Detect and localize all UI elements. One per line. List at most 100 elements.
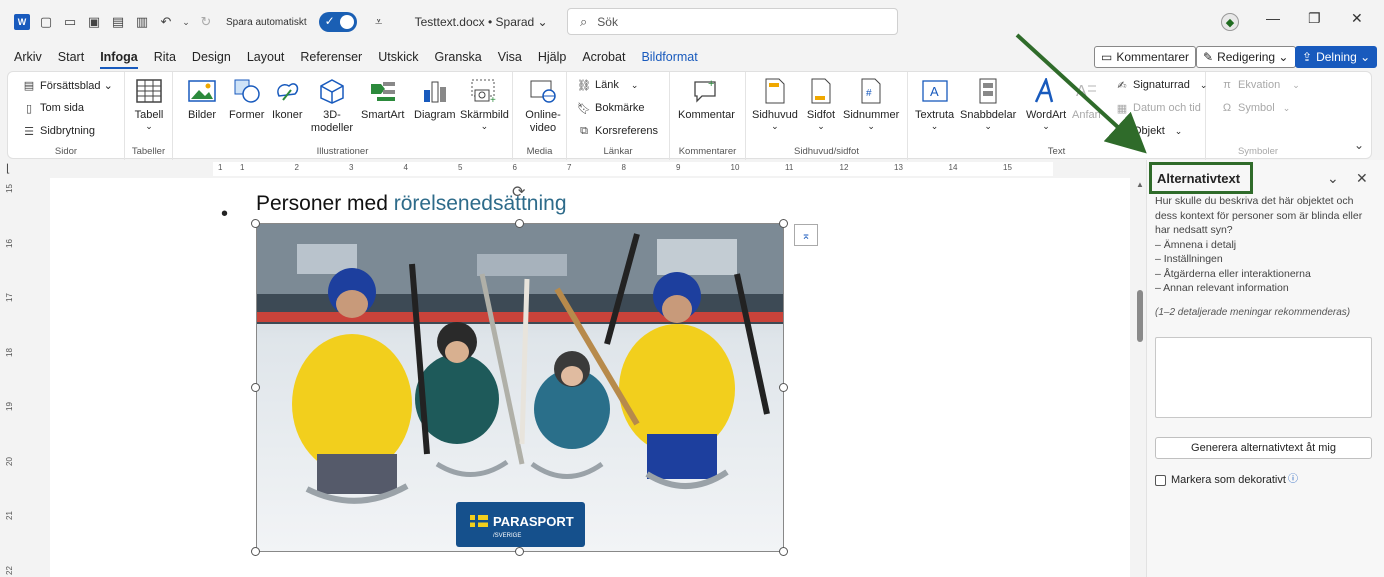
share-button[interactable]: ⇪ Delning ⌄ <box>1295 46 1378 68</box>
customize-toolbar-icon[interactable]: ⩡ <box>371 14 387 30</box>
page-break-button[interactable]: ☰ Sidbrytning <box>22 124 95 138</box>
online-video-button[interactable]: Online-video <box>523 76 563 135</box>
smartart-button[interactable]: SmartArt <box>361 76 404 121</box>
generate-alt-text-button[interactable]: Generera alternativtext åt mig <box>1155 437 1372 459</box>
object-button[interactable]: ▣ Objekt ⌄ <box>1115 124 1183 138</box>
save-icon[interactable]: ▣ <box>86 14 102 30</box>
resize-handle-top-right[interactable] <box>779 219 788 228</box>
pane-options-icon[interactable]: ⌄ <box>1327 170 1339 187</box>
quick-parts-button[interactable]: Snabbdelar ⌄ <box>960 76 1016 132</box>
pictures-button[interactable]: Bilder <box>187 76 217 121</box>
collapse-ribbon-icon[interactable]: ⌄ <box>1354 138 1364 152</box>
scroll-thumb[interactable] <box>1137 290 1143 342</box>
tab-arkiv[interactable]: Arkiv <box>14 46 42 68</box>
link-button[interactable]: ⛓ Länk ⌄ <box>577 78 638 92</box>
redo-icon[interactable]: ↻ <box>198 14 214 30</box>
resize-handle-bottom-left[interactable] <box>251 547 260 556</box>
equation-button[interactable]: π Ekvation ⌄ <box>1220 78 1300 92</box>
resize-handle-top-left[interactable] <box>251 219 260 228</box>
search-box[interactable]: ⌕ Sök <box>567 8 898 35</box>
minimize-icon[interactable]: — <box>1266 10 1280 26</box>
title-bar: W ▢ ▭ ▣ ▤ ▥ ↶ ⌄ ↻ Spara automatiskt ⩡ Te… <box>0 0 1384 44</box>
close-pane-icon[interactable]: ✕ <box>1356 170 1368 187</box>
restore-icon[interactable]: ❐ <box>1308 10 1321 27</box>
info-icon[interactable]: ⓘ <box>1288 470 1298 485</box>
bookmark-button[interactable]: 🔖︎ Bokmärke <box>577 101 645 115</box>
text-box-button[interactable]: A Textruta ⌄ <box>915 76 954 132</box>
footer-icon <box>806 76 836 106</box>
tab-visa[interactable]: Visa <box>498 46 522 68</box>
blank-page-button[interactable]: ▯ Tom sida <box>22 101 84 115</box>
page-number-button[interactable]: # Sidnummer ⌄ <box>843 76 899 132</box>
symbol-button[interactable]: Ω Symbol ⌄ <box>1220 101 1290 115</box>
open-folder-icon[interactable]: ▭ <box>62 14 78 30</box>
tab-hjalp[interactable]: Hjälp <box>538 46 567 68</box>
tab-layout[interactable]: Layout <box>247 46 285 68</box>
tab-rita[interactable]: Rita <box>154 46 176 68</box>
resize-handle-right[interactable] <box>779 383 788 392</box>
tab-infoga[interactable]: Infoga <box>100 46 138 69</box>
symbol-label: Symbol <box>1238 102 1275 114</box>
date-time-button[interactable]: ▦ Datum och tid <box>1115 101 1201 115</box>
print-preview-icon[interactable]: ▥ <box>134 14 150 30</box>
new-document-icon[interactable]: ▢ <box>38 14 54 30</box>
3d-models-button[interactable]: 3D-modeller <box>310 76 354 135</box>
screenshot-label: Skärmbild <box>460 109 509 121</box>
copilot-icon[interactable]: ◆ <box>1221 13 1239 31</box>
drop-cap-button[interactable]: A Anfang <box>1071 76 1101 121</box>
tab-acrobat[interactable]: Acrobat <box>582 46 625 68</box>
resize-handle-left[interactable] <box>251 383 260 392</box>
close-window-icon[interactable]: ✕ <box>1351 10 1363 27</box>
document-page[interactable]: • Personer med rörelsenedsättning ⟳ PARA… <box>50 178 1130 577</box>
ruler-number: 3 <box>349 163 354 172</box>
cross-reference-button[interactable]: ⧉ Korsreferens <box>577 124 658 138</box>
wordart-button[interactable]: WordArt ⌄ <box>1026 76 1066 132</box>
autosave-toggle[interactable] <box>318 12 357 32</box>
scroll-up-icon[interactable]: ▲ <box>1136 180 1144 189</box>
comments-button[interactable]: ▭ Kommentarer <box>1094 46 1197 68</box>
table-button[interactable]: Tabell ⌄ <box>134 76 164 132</box>
decorative-checkbox-row[interactable]: Markera som dekorativt ⓘ <box>1155 474 1298 486</box>
header-button[interactable]: Sidhuvud ⌄ <box>752 76 798 132</box>
layout-options-icon[interactable]: ⌅ <box>794 224 818 246</box>
selected-image[interactable]: PARASPORT /SVERIGE <box>256 223 784 552</box>
vertical-ruler[interactable]: 15 16 17 18 19 20 21 22 <box>0 178 18 577</box>
decorative-checkbox[interactable] <box>1155 474 1166 486</box>
tab-start[interactable]: Start <box>58 46 84 68</box>
tab-granska[interactable]: Granska <box>435 46 482 68</box>
screenshot-button[interactable]: + Skärmbild ⌄ <box>460 76 509 132</box>
resize-handle-bottom-right[interactable] <box>779 547 788 556</box>
logo-subtext: /SVERIGE <box>493 533 521 539</box>
tab-bildformat[interactable]: Bildformat <box>641 46 697 68</box>
icons-button[interactable]: Ikoner <box>272 76 303 121</box>
alt-text-input[interactable] <box>1155 337 1372 418</box>
new-comment-button[interactable]: + Kommentar <box>678 76 735 121</box>
horizontal-ruler[interactable]: 1 1 2 3 4 5 6 7 8 9 10 11 12 13 14 15 <box>213 162 1053 176</box>
vertical-ruler-number: 15 <box>4 184 14 193</box>
save-as-icon[interactable]: ▤ <box>110 14 126 30</box>
tab-utskick[interactable]: Utskick <box>378 46 418 68</box>
tab-design[interactable]: Design <box>192 46 231 68</box>
footer-button[interactable]: Sidfot ⌄ <box>806 76 836 132</box>
description-question: Hur skulle du beskriva det här objektet … <box>1155 195 1363 236</box>
undo-dropdown-icon[interactable]: ⌄ <box>182 14 190 30</box>
group-sidor: ▤ Försättsblad ⌄ ▯ Tom sida ☰ Sidbrytning S… <box>8 72 125 160</box>
chart-button[interactable]: Diagram <box>414 76 456 121</box>
quick-access-toolbar: W ▢ ▭ ▣ ▤ ▥ ↶ ⌄ ↻ Spara automatiskt ⩡ <box>14 12 387 32</box>
resize-handle-top[interactable] <box>515 219 524 228</box>
resize-handle-bottom[interactable] <box>515 547 524 556</box>
signature-line-button[interactable]: ✍ Signaturrad ⌄ <box>1115 78 1207 92</box>
rotate-handle-icon[interactable]: ⟳ <box>512 182 530 201</box>
tab-selector-icon[interactable]: ⌊ <box>6 162 10 175</box>
shapes-button[interactable]: Former <box>229 76 264 121</box>
undo-icon[interactable]: ↶ <box>158 14 174 30</box>
bullet-text-link[interactable]: rörelsenedsättning <box>394 192 567 215</box>
page-break-label: Sidbrytning <box>40 125 96 137</box>
cover-page-button[interactable]: ▤ Försättsblad ⌄ <box>22 78 113 92</box>
cross-reference-label: Korsreferens <box>595 125 658 137</box>
vertical-scrollbar[interactable]: ▲ <box>1134 178 1146 577</box>
document-title[interactable]: Testtext.docx • Sparad ⌄ <box>415 15 548 29</box>
tab-referenser[interactable]: Referenser <box>300 46 362 68</box>
page-break-icon: ☰ <box>24 125 34 138</box>
editing-mode-button[interactable]: ✎ Redigering ⌄ <box>1196 46 1296 68</box>
